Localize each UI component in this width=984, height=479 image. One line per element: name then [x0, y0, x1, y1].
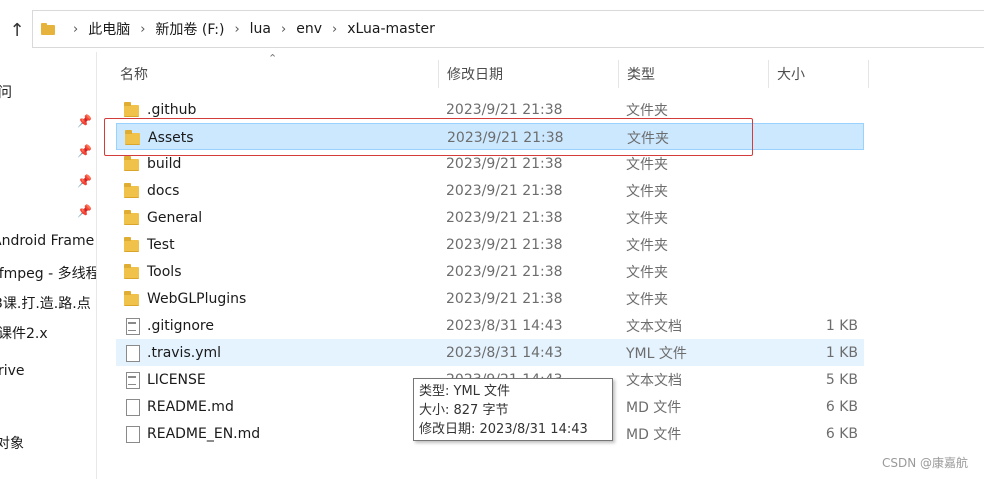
file-size: 5 KB — [825, 371, 858, 388]
tooltip-date: 修改日期: 2023/8/31 14:43 — [419, 422, 588, 437]
file-row[interactable]: Assets 2023/9/21 21:38 文件夹 — [116, 123, 864, 150]
watermark: CSDN @康嘉航 — [881, 456, 968, 470]
file-type: MD 文件 — [626, 399, 682, 416]
file-name: build — [147, 155, 182, 172]
file-size: 6 KB — [825, 398, 858, 415]
text-document-icon — [124, 318, 140, 335]
breadcrumb-item-current[interactable]: xLua-master — [347, 21, 435, 37]
file-name: LICENSE — [147, 371, 206, 388]
file-name: docs — [147, 182, 180, 199]
file-type: YML 文件 — [626, 345, 687, 362]
nav-item[interactable]: 对象 — [0, 433, 24, 453]
file-row[interactable]: .travis.yml 2023/8/31 14:43 YML 文件 1 KB — [116, 339, 864, 366]
navigation-pane: 问 📌 📌 📌 📌 Android Frame ffmpeg - 多线程 3课.… — [0, 52, 97, 479]
file-type: 文件夹 — [626, 102, 668, 119]
file-date: 2023/9/21 21:38 — [446, 182, 563, 199]
nav-item[interactable]: 3课.打.造.路.点 — [0, 293, 91, 313]
nav-item[interactable]: Android Frame — [0, 233, 94, 249]
file-date: 2023/9/21 21:38 — [447, 129, 564, 146]
file-row[interactable]: .github 2023/9/21 21:38 文件夹 — [116, 96, 864, 123]
folder-icon — [125, 130, 141, 145]
column-header-size[interactable]: 大小 — [769, 60, 869, 88]
column-header-name[interactable]: 名称 — [112, 60, 439, 88]
chevron-right-icon[interactable]: › — [332, 22, 337, 37]
chevron-right-icon[interactable]: › — [140, 22, 145, 37]
up-arrow-icon[interactable]: ↑ — [6, 18, 28, 42]
breadcrumb: › 此电脑 › 新加卷 (F:) › lua › env › xLua-mast… — [63, 11, 435, 47]
file-date: 2023/8/31 14:43 — [446, 344, 563, 361]
file-name: .travis.yml — [147, 344, 222, 361]
breadcrumb-item[interactable]: 新加卷 (F:) — [155, 19, 224, 39]
folder-icon — [124, 156, 140, 171]
folder-icon — [124, 183, 140, 198]
file-row[interactable]: General 2023/9/21 21:38 文件夹 — [116, 204, 864, 231]
file-name: Assets — [148, 129, 194, 146]
file-date: 2023/9/21 21:38 — [446, 263, 563, 280]
file-date: 2023/9/21 21:38 — [446, 155, 563, 172]
address-bar[interactable]: › 此电脑 › 新加卷 (F:) › lua › env › xLua-mast… — [32, 10, 984, 48]
file-type: 文本文档 — [626, 318, 682, 335]
pin-icon: 📌 — [77, 174, 92, 188]
file-icon — [124, 426, 140, 443]
file-row[interactable]: build 2023/9/21 21:38 文件夹 — [116, 150, 864, 177]
chevron-right-icon[interactable]: › — [234, 22, 239, 37]
file-date: 2023/9/21 21:38 — [446, 236, 563, 253]
nav-item[interactable]: 问 — [0, 82, 12, 102]
tooltip-type: 类型: YML 文件 — [419, 384, 511, 399]
pin-icon: 📌 — [77, 204, 92, 218]
file-size: 6 KB — [825, 425, 858, 442]
file-tooltip: 类型: YML 文件 大小: 827 字节 修改日期: 2023/8/31 14… — [413, 378, 613, 441]
nav-item[interactable]: ffmpeg - 多线程 — [0, 263, 96, 283]
breadcrumb-item[interactable]: env — [296, 21, 322, 37]
file-name: README.md — [147, 398, 234, 415]
file-type: 文本文档 — [626, 372, 682, 389]
file-name: WebGLPlugins — [147, 290, 247, 307]
file-name: Test — [147, 236, 175, 253]
pin-icon: 📌 — [77, 114, 92, 128]
pin-icon: 📌 — [77, 144, 92, 158]
file-date: 2023/9/21 21:38 — [446, 101, 563, 118]
file-type: 文件夹 — [627, 130, 669, 147]
file-size: 1 KB — [825, 317, 858, 334]
breadcrumb-item[interactable]: lua — [250, 21, 271, 37]
file-row[interactable]: Tools 2023/9/21 21:38 文件夹 — [116, 258, 864, 285]
file-name: README_EN.md — [147, 425, 261, 442]
chevron-right-icon[interactable]: › — [73, 22, 78, 37]
file-date: 2023/8/31 14:43 — [446, 317, 563, 334]
folder-icon — [41, 23, 55, 35]
file-type: 文件夹 — [626, 183, 668, 200]
file-row[interactable]: docs 2023/9/21 21:38 文件夹 — [116, 177, 864, 204]
file-row[interactable]: Test 2023/9/21 21:38 文件夹 — [116, 231, 864, 258]
file-type: MD 文件 — [626, 426, 682, 443]
file-size: 1 KB — [825, 344, 858, 361]
file-type: 文件夹 — [626, 210, 668, 227]
file-row[interactable]: .gitignore 2023/8/31 14:43 文本文档 1 KB — [116, 312, 864, 339]
column-header-date[interactable]: 修改日期 — [439, 60, 619, 88]
folder-icon — [124, 102, 140, 117]
file-type: 文件夹 — [626, 237, 668, 254]
folder-icon — [124, 291, 140, 306]
text-document-icon — [124, 372, 140, 389]
file-icon — [124, 345, 140, 362]
breadcrumb-item[interactable]: 此电脑 — [88, 19, 130, 39]
column-header-type[interactable]: 类型 — [619, 60, 769, 88]
file-icon — [124, 399, 140, 416]
nav-item[interactable]: 课件2.x — [0, 323, 48, 343]
nav-item[interactable]: rive — [0, 363, 25, 379]
file-type: 文件夹 — [626, 156, 668, 173]
folder-icon — [124, 237, 140, 252]
file-name: General — [147, 209, 203, 226]
file-name: .gitignore — [147, 317, 214, 334]
file-date: 2023/9/21 21:38 — [446, 290, 563, 307]
file-name: Tools — [147, 263, 182, 280]
file-type: 文件夹 — [626, 291, 668, 308]
tooltip-size: 大小: 827 字节 — [419, 403, 509, 418]
file-row[interactable]: WebGLPlugins 2023/9/21 21:38 文件夹 — [116, 285, 864, 312]
file-name: .github — [147, 101, 197, 118]
file-type: 文件夹 — [626, 264, 668, 281]
folder-icon — [124, 210, 140, 225]
folder-icon — [124, 264, 140, 279]
file-date: 2023/9/21 21:38 — [446, 209, 563, 226]
chevron-right-icon[interactable]: › — [281, 22, 286, 37]
